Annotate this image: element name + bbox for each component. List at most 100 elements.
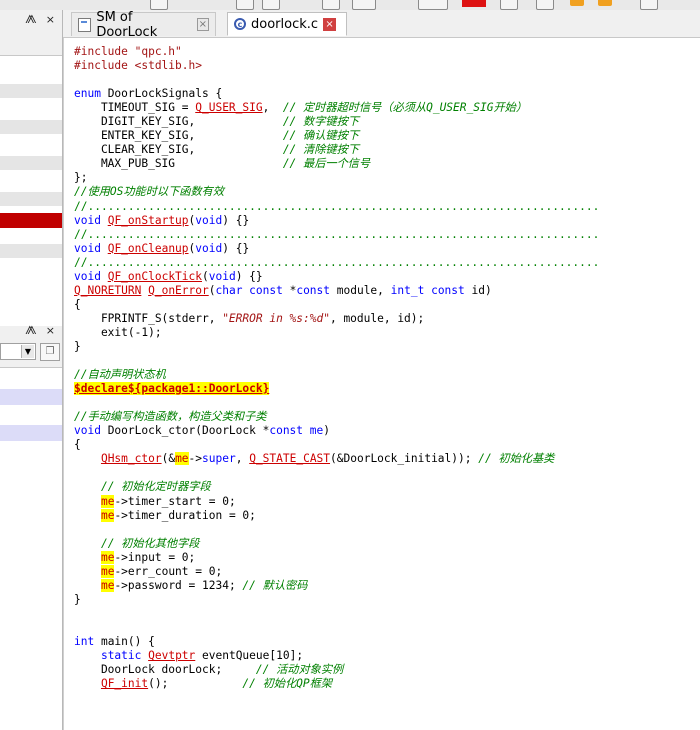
code-line[interactable]: // 初始化其他字段	[74, 537, 599, 551]
toolbar	[0, 0, 700, 10]
left-panel: ⨇ × ⨇ × ▼ ❐	[0, 10, 63, 730]
code-token: #include <stdlib.h>	[74, 59, 202, 73]
list-item[interactable]	[0, 84, 62, 98]
code-line[interactable]: ​	[74, 73, 599, 87]
code-line[interactable]: ENTER_KEY_SIG, // 确认键按下	[74, 129, 599, 143]
code-token: , module, id);	[329, 311, 425, 325]
toolbar-icon[interactable]	[570, 0, 584, 6]
code-editor[interactable]: #include "qpc.h"#include <stdlib.h>​enum…	[63, 38, 700, 730]
code-line[interactable]: exit(-1);	[74, 326, 599, 340]
code-token: Qevtptr	[148, 649, 196, 663]
code-line[interactable]: static Qevtptr eventQueue[10];	[74, 649, 599, 663]
code-line[interactable]: //......................................…	[74, 256, 599, 270]
list-item[interactable]	[0, 244, 62, 258]
pane-controls[interactable]: ⨇ ×	[25, 13, 58, 27]
code-token: DoorLockSignals {	[100, 87, 223, 101]
tab-doorlock-c[interactable]: c doorlock.c ×	[227, 12, 347, 36]
code-line[interactable]: me->password = 1234; // 默认密码	[74, 578, 599, 593]
list-item-selected[interactable]	[0, 213, 62, 228]
code-token: const	[431, 283, 465, 297]
code-line[interactable]: void DoorLock_ctor(DoorLock *const me)	[74, 424, 599, 438]
code-token: // 定时器超时信号（必须从Q_USER_SIG开始）	[282, 101, 528, 115]
code-line[interactable]: MAX_PUB_SIG // 最后一个信号	[74, 157, 599, 171]
code-line[interactable]: me->input = 0;	[74, 550, 599, 565]
filter-combo[interactable]: ▼	[0, 343, 36, 360]
close-icon[interactable]: ×	[323, 17, 337, 31]
toolbar-icon[interactable]	[462, 0, 486, 7]
code-token: DoorLock_ctor(DoorLock *	[100, 424, 270, 438]
toolbar-icon[interactable]	[598, 0, 612, 6]
code-line[interactable]: {	[74, 438, 599, 452]
toolbar-icon[interactable]	[500, 0, 518, 10]
code-line[interactable]: ​	[74, 607, 599, 621]
code-line[interactable]: DoorLock doorLock; // 活动对象实例	[74, 663, 599, 677]
code-line[interactable]: ​	[74, 523, 599, 537]
code-token: ,	[235, 452, 250, 466]
code-token: //......................................…	[74, 199, 600, 213]
code-line[interactable]: TIMEOUT_SIG = Q_USER_SIG, // 定时器超时信号（必须从…	[74, 101, 599, 115]
code-line[interactable]: #include <stdlib.h>	[74, 59, 599, 73]
code-line[interactable]: {	[74, 298, 599, 312]
toolbar-icon[interactable]	[640, 0, 658, 10]
code-token: // 默认密码	[242, 578, 308, 592]
toolbar-icon[interactable]	[262, 0, 280, 10]
code-line[interactable]: enum DoorLockSignals {	[74, 87, 599, 101]
code-line[interactable]: }	[74, 340, 599, 354]
code-line[interactable]: ​	[74, 354, 599, 368]
code-text[interactable]: #include "qpc.h"#include <stdlib.h>​enum…	[74, 45, 599, 691]
code-line[interactable]: int main() {	[74, 635, 599, 649]
code-line[interactable]: ​	[74, 396, 599, 410]
code-line[interactable]: }	[74, 593, 599, 607]
code-line[interactable]: //自动声明状态机	[74, 368, 599, 382]
close-icon[interactable]: ×	[196, 18, 209, 31]
code-line[interactable]: void QF_onStartup(void) {}	[74, 214, 599, 228]
list-item[interactable]	[0, 192, 62, 206]
code-line[interactable]: // 初始化定时器字段	[74, 480, 599, 494]
list-item[interactable]	[0, 425, 62, 441]
code-line[interactable]: //......................................…	[74, 200, 599, 214]
toolbar-icon[interactable]	[150, 0, 168, 10]
code-line[interactable]: CLEAR_KEY_SIG, // 清除键按下	[74, 143, 599, 157]
pane-controls[interactable]: ⨇ ×	[25, 324, 58, 338]
code-line[interactable]: $declare${package1::DoorLock}	[74, 382, 599, 396]
chevron-down-icon[interactable]: ▼	[21, 345, 34, 358]
code-token: void	[74, 241, 101, 255]
code-line[interactable]: void QF_onCleanup(void) {}	[74, 242, 599, 256]
code-line[interactable]: //手动编写构造函数，构造父类和子类	[74, 410, 599, 424]
toolbar-icon[interactable]	[352, 0, 376, 10]
copy-icon[interactable]: ❐	[40, 343, 60, 361]
code-line[interactable]: Q_NORETURN Q_onError(char const *const m…	[74, 284, 599, 298]
toolbar-icon[interactable]	[418, 0, 448, 10]
code-line[interactable]: };	[74, 171, 599, 185]
code-token: #include	[74, 45, 135, 58]
code-line[interactable]: me->err_count = 0;	[74, 564, 599, 579]
toolbar-icon[interactable]	[536, 0, 554, 10]
code-line[interactable]: QHsm_ctor(&me->super, Q_STATE_CAST(&Door…	[74, 452, 599, 466]
code-token: ();	[148, 677, 243, 691]
code-line[interactable]: QF_init(); // 初始化QP框架	[74, 677, 599, 691]
code-line[interactable]: DIGIT_KEY_SIG, // 数字键按下	[74, 115, 599, 129]
code-line[interactable]: me->timer_duration = 0;	[74, 508, 599, 523]
tab-sm-doorlock[interactable]: SM of DoorLock ×	[71, 10, 216, 40]
code-token: static	[100, 649, 142, 663]
code-line[interactable]: #include "qpc.h"	[74, 45, 599, 59]
list-item[interactable]	[0, 389, 62, 405]
code-line[interactable]: //......................................…	[74, 228, 599, 242]
code-line[interactable]: //使用OS功能时以下函数有效	[74, 185, 599, 199]
code-line[interactable]: ​	[74, 466, 599, 480]
toolbar-icon[interactable]	[236, 0, 254, 10]
code-line[interactable]: me->timer_start = 0;	[74, 494, 599, 509]
toolbar-icon[interactable]	[322, 0, 340, 10]
code-token: FPRINTF_S(stderr,	[74, 311, 223, 325]
code-token: (&DoorLock_initial));	[330, 452, 479, 466]
code-token: // 初始化其他字段	[100, 536, 200, 550]
code-line[interactable]: ​	[74, 621, 599, 635]
code-token: CLEAR_KEY_SIG,	[74, 143, 283, 157]
code-line[interactable]: FPRINTF_S(stderr, "ERROR in %s:%d", modu…	[74, 312, 599, 326]
list-item[interactable]	[0, 120, 62, 134]
code-line[interactable]: void QF_onClockTick(void) {}	[74, 270, 599, 284]
list-item[interactable]	[0, 156, 62, 170]
